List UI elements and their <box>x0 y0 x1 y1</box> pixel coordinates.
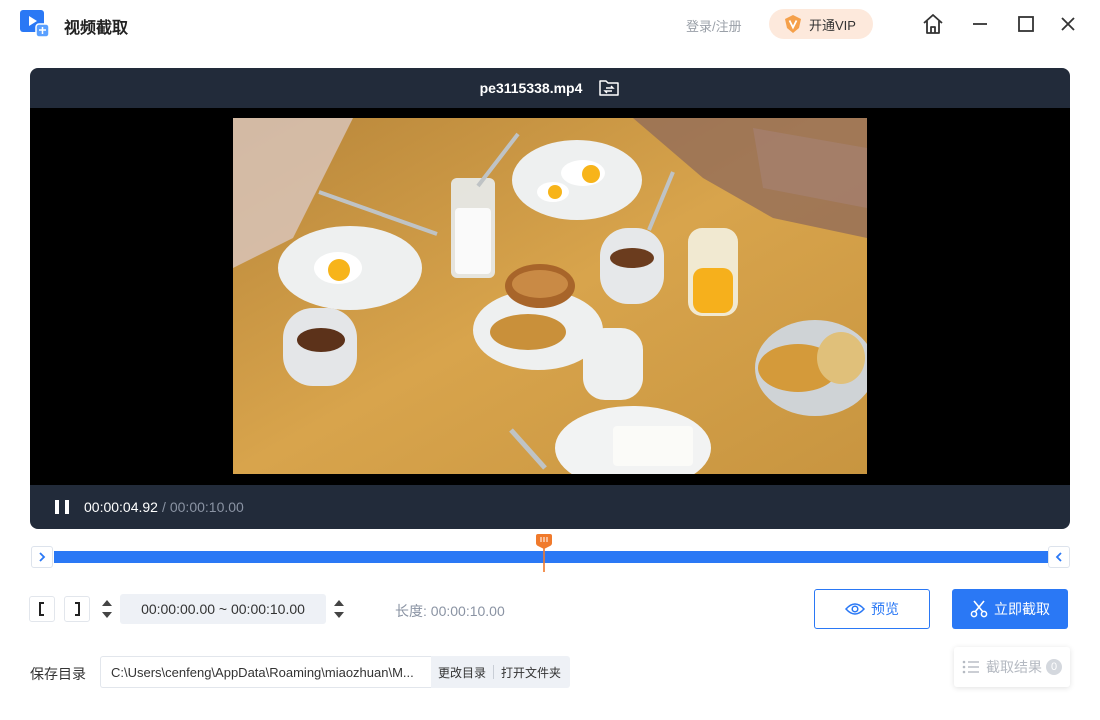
video-display[interactable] <box>30 108 1070 485</box>
preview-label: 预览 <box>871 601 899 617</box>
set-end-button[interactable] <box>64 596 90 622</box>
trim-timeline <box>30 534 1070 572</box>
maximize-icon[interactable] <box>1014 12 1038 36</box>
bracket-right-icon <box>75 602 80 616</box>
playhead-marker[interactable] <box>535 534 553 572</box>
save-directory-label: 保存目录 <box>30 666 86 682</box>
start-time-stepper-icon[interactable] <box>101 598 113 620</box>
results-count-badge: 0 <box>1046 659 1062 675</box>
chevron-right-icon <box>39 552 46 562</box>
vip-label: 开通VIP <box>809 17 856 33</box>
player-header: pe3115338.mp4 <box>30 68 1070 108</box>
login-register-link[interactable]: 登录/注册 <box>686 16 742 35</box>
video-frame-image <box>233 118 867 474</box>
clip-length: 长度: 00:00:10.00 <box>395 603 505 619</box>
preview-button[interactable]: 预览 <box>814 589 930 629</box>
chevron-left-icon <box>1055 552 1062 562</box>
set-start-button[interactable] <box>29 596 55 622</box>
time-range-input[interactable]: 00:00:00.00 ~ 00:00:10.00 <box>120 594 326 624</box>
video-filename: pe3115338.mp4 <box>479 80 583 96</box>
change-directory-button[interactable]: 更改目录 <box>431 664 493 681</box>
open-vip-button[interactable]: 开通VIP <box>769 9 873 39</box>
bracket-left-icon <box>39 602 44 616</box>
app-title: 视频截取 <box>64 20 129 37</box>
path-actions: 更改目录 打开文件夹 <box>431 656 570 688</box>
list-icon <box>962 660 979 674</box>
vip-shield-icon <box>785 15 801 33</box>
total-time: 00:00:10.00 <box>169 499 244 515</box>
eye-icon <box>845 603 865 615</box>
playback-controls: 00:00:04.92 / 00:00:10.00 <box>30 485 1070 529</box>
scissors-icon <box>970 600 988 618</box>
open-folder-button[interactable]: 打开文件夹 <box>494 664 568 681</box>
cut-now-button[interactable]: 立即截取 <box>952 589 1068 629</box>
close-icon[interactable] <box>1056 12 1080 36</box>
time-separator: / <box>161 499 166 515</box>
save-path-field[interactable]: C:\Users\cenfeng\AppData\Roaming\miaozhu… <box>100 656 431 688</box>
minimize-icon[interactable] <box>968 12 992 36</box>
app-logo-icon <box>20 10 50 38</box>
trim-end-handle[interactable] <box>1048 546 1070 568</box>
change-file-icon[interactable] <box>598 78 620 98</box>
home-icon[interactable] <box>921 12 945 36</box>
trim-start-handle[interactable] <box>31 546 53 568</box>
cut-now-label: 立即截取 <box>994 601 1050 617</box>
pause-button[interactable] <box>55 500 69 514</box>
current-time: 00:00:04.92 <box>84 499 158 515</box>
title-bar: 视频截取 登录/注册 开通VIP <box>0 0 1100 48</box>
cut-results-label: 截取结果 <box>986 659 1042 675</box>
end-time-stepper-icon[interactable] <box>333 598 345 620</box>
cut-results-button[interactable]: 截取结果 0 <box>954 647 1070 687</box>
video-player: pe3115338.mp4 00:00:04.92 / 00:00:10.00 <box>30 68 1070 529</box>
